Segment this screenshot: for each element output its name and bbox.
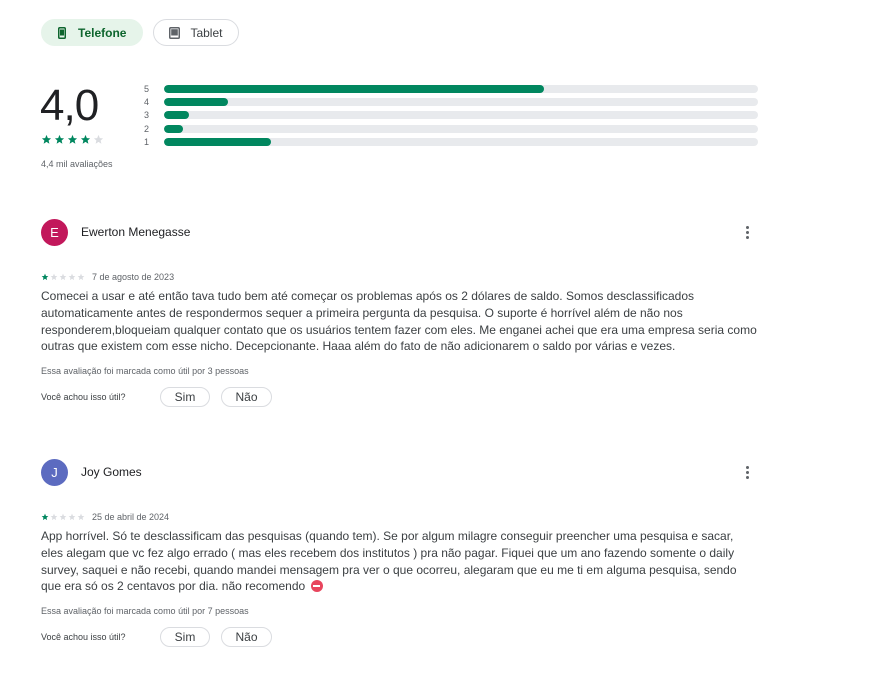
- no-entry-icon: [310, 580, 323, 593]
- review-meta: 7 de agosto de 2023: [41, 271, 757, 283]
- star-icon: [54, 134, 65, 144]
- histogram-track: [164, 84, 758, 93]
- histogram-track: [164, 97, 758, 106]
- review-text-container: App horrível. Só te desclassificam das p…: [41, 528, 757, 595]
- tab-tablet[interactable]: Tablet: [153, 19, 240, 46]
- tab-telefone-label: Telefone: [78, 25, 127, 40]
- review-text: Comecei a usar e até então tava tudo bem…: [41, 289, 757, 354]
- star-icon: [77, 273, 85, 281]
- histogram-label: 4: [144, 96, 150, 107]
- helpful-no-button[interactable]: Não: [221, 387, 272, 408]
- histogram-bar: [164, 111, 189, 120]
- helpful-count: Essa avaliação foi marcada como útil por…: [41, 606, 249, 617]
- review-text: App horrível. Só te desclassificam das p…: [41, 529, 737, 594]
- histogram-row: 2: [144, 122, 758, 135]
- star-icon: [80, 134, 91, 144]
- histogram-bar: [164, 84, 545, 93]
- histogram-label: 5: [144, 83, 150, 94]
- histogram-label: 3: [144, 110, 150, 121]
- avatar: E: [41, 218, 68, 246]
- review-card: E Ewerton Menegasse 7 de agosto de 2023 …: [41, 218, 757, 408]
- star-icon: [41, 273, 49, 281]
- review-date: 25 de abril de 2024: [92, 512, 170, 522]
- tab-tablet-label: Tablet: [190, 25, 223, 40]
- star-icon: [68, 513, 76, 521]
- histogram-row: 4: [144, 95, 758, 108]
- more-options-button[interactable]: [737, 462, 757, 482]
- more-vert-icon: [745, 465, 749, 469]
- star-icon: [93, 134, 104, 144]
- star-icon: [59, 513, 67, 521]
- star-icon: [67, 134, 78, 144]
- review-stars: [41, 513, 85, 521]
- rating-stars: [41, 134, 104, 145]
- rating-histogram: 5 4 3 2 1: [144, 82, 758, 148]
- helpful-question: Você achou isso útil? Sim Não: [41, 627, 757, 648]
- review-header: J Joy Gomes: [41, 458, 757, 486]
- more-vert-icon: [745, 225, 749, 229]
- avatar: J: [41, 458, 68, 486]
- histogram-track: [164, 137, 758, 146]
- star-icon: [59, 273, 67, 281]
- star-icon: [50, 273, 58, 281]
- helpful-no-button[interactable]: Não: [221, 627, 272, 648]
- review-header: E Ewerton Menegasse: [41, 218, 757, 246]
- histogram-row: 5: [144, 82, 758, 95]
- histogram-track: [164, 124, 758, 133]
- histogram-row: 1: [144, 135, 758, 148]
- star-icon: [41, 134, 52, 144]
- histogram-track: [164, 111, 758, 120]
- star-icon: [77, 513, 85, 521]
- tablet-icon: [168, 26, 180, 40]
- helpful-question-label: Você achou isso útil?: [41, 392, 126, 403]
- histogram-bar: [164, 137, 271, 146]
- device-tabs: Telefone Tablet: [41, 19, 240, 46]
- star-icon: [68, 273, 76, 281]
- histogram-label: 2: [144, 123, 150, 134]
- review-stars: [41, 273, 85, 281]
- helpful-question-label: Você achou isso útil?: [41, 632, 126, 643]
- average-rating: 4,0: [40, 81, 99, 130]
- helpful-question: Você achou isso útil? Sim Não: [41, 387, 757, 408]
- helpful-count: Essa avaliação foi marcada como útil por…: [41, 366, 249, 377]
- helpful-yes-button[interactable]: Sim: [160, 627, 210, 648]
- histogram-bar: [164, 124, 183, 133]
- rating-count: 4,4 mil avaliações: [41, 159, 113, 169]
- histogram-label: 1: [144, 136, 150, 147]
- tab-telefone[interactable]: Telefone: [41, 19, 144, 46]
- histogram-bar: [164, 97, 228, 106]
- reviewer-name: Ewerton Menegasse: [81, 225, 191, 239]
- star-icon: [50, 513, 58, 521]
- reviewer-name: Joy Gomes: [81, 465, 142, 479]
- star-icon: [41, 513, 49, 521]
- histogram-row: 3: [144, 109, 758, 122]
- review-date: 7 de agosto de 2023: [92, 272, 175, 282]
- review-meta: 25 de abril de 2024: [41, 511, 757, 523]
- review-card: J Joy Gomes 25 de abril de 2024 App horr…: [41, 458, 757, 648]
- more-options-button[interactable]: [737, 222, 757, 242]
- helpful-yes-button[interactable]: Sim: [160, 387, 210, 408]
- phone-icon: [56, 26, 68, 40]
